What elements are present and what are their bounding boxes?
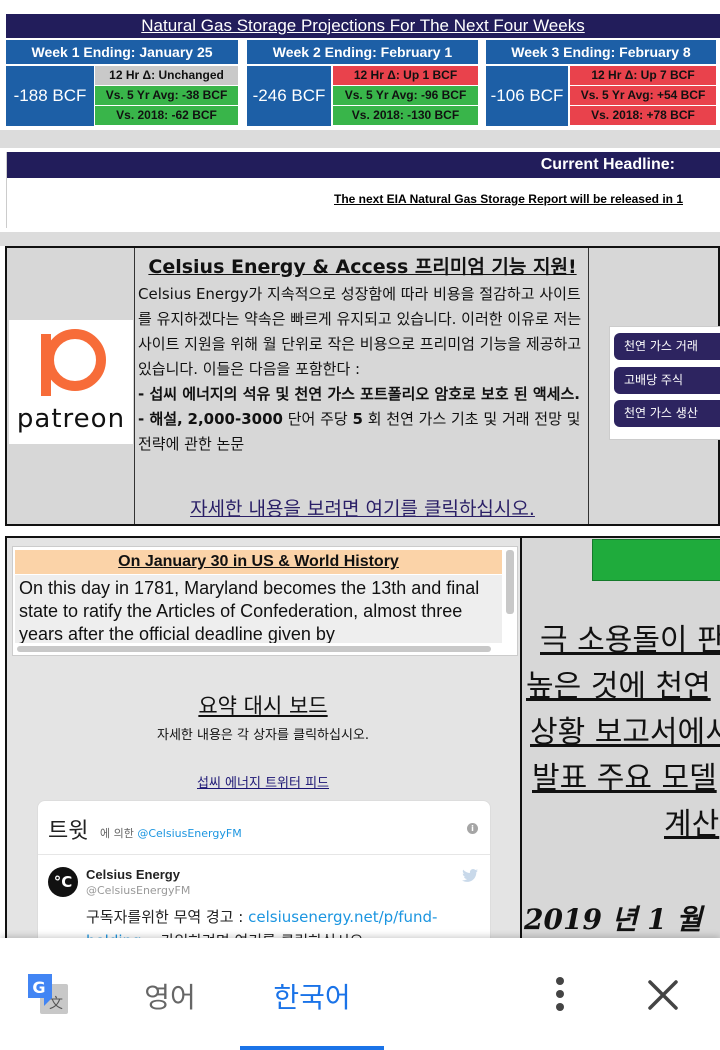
section-divider	[0, 130, 720, 148]
tweet-author-name[interactable]: Celsius Energy	[86, 867, 180, 882]
menu-button-natural-gas-production[interactable]: 천연 가스 생산	[614, 400, 720, 427]
week-value: -106 BCF	[486, 66, 568, 126]
stat-vs-5yr: Vs. 5 Yr Avg: -96 BCF	[333, 86, 478, 105]
history-vertical-scrollbar[interactable]	[506, 550, 514, 614]
target-language-tab[interactable]: 한국어	[240, 976, 384, 1016]
promo-title: Celsius Energy & Access 프리미엄 기능 지원!	[148, 256, 577, 278]
stat-12hr-change: 12 Hr Δ: Up 7 BCF	[570, 66, 716, 85]
promo-details-link[interactable]: 자세한 내용을 보려면 여기를 클릭하십시오.	[136, 494, 589, 521]
dashboard-title[interactable]: 요약 대시 보드	[7, 690, 519, 720]
week-value: -246 BCF	[247, 66, 331, 126]
tweets-handle-link[interactable]: @CelsiusEnergyFM	[137, 827, 241, 840]
menu-button-high-dividend-stocks[interactable]: 고배당 주식	[614, 367, 720, 394]
heading-line: 극 소용돌이 판	[540, 623, 720, 658]
week-stats: 12 Hr Δ: Up 7 BCF Vs. 5 Yr Avg: +54 BCF …	[570, 66, 716, 126]
history-title[interactable]: On January 30 in US & World History	[15, 550, 502, 574]
section-divider	[0, 232, 720, 246]
week-value: -188 BCF	[6, 66, 94, 126]
history-body[interactable]: On this day in 1781, Maryland becomes th…	[15, 575, 502, 643]
headline-panel: Current Headline: The next EIA Natural G…	[6, 152, 720, 228]
avatar[interactable]: °C	[48, 867, 78, 897]
right-column: 극 소용돌이 판 높은 것에 천연 상황 보고서에서 발표 주요 모델 계산 2…	[520, 538, 720, 958]
stat-vs-5yr: Vs. 5 Yr Avg: +54 BCF	[570, 86, 716, 105]
headline-ticker-link[interactable]: The next EIA Natural Gas Storage Report …	[7, 190, 720, 208]
translate-bar: 文 G 영어 한국어	[0, 938, 720, 1050]
close-icon[interactable]	[646, 978, 680, 1012]
green-button[interactable]	[592, 539, 720, 581]
promo-body-text: Celsius Energy가 지속적으로 성장함에 따라 비용을 절감하고 사…	[138, 285, 582, 378]
right-column-date: 2019 년 1 월	[524, 903, 703, 936]
week-2-card[interactable]: Week 2 Ending: February 1 -246 BCF 12 Hr…	[247, 40, 478, 140]
stat-vs-2018: Vs. 2018: -130 BCF	[333, 106, 478, 125]
stat-vs-5yr: Vs. 5 Yr Avg: -38 BCF	[95, 86, 238, 105]
stat-vs-2018: Vs. 2018: -62 BCF	[95, 106, 238, 125]
webpage: Natural Gas Storage Projections For The …	[0, 0, 720, 1050]
active-tab-indicator	[240, 1046, 384, 1050]
patreon-logo-cell: patreon	[7, 248, 135, 524]
heading-line: 계산	[664, 807, 720, 842]
right-column-heading-link[interactable]: 극 소용돌이 판 높은 것에 천연 상황 보고서에서 발표 주요 모델 계산	[526, 618, 720, 848]
tweet-embed: 트윗 에 의한 @CelsiusEnergyFM i °C Celsius En…	[37, 800, 491, 960]
heading-line: 높은 것에 천연	[526, 669, 711, 704]
history-widget: On January 30 in US & World History On t…	[12, 546, 518, 656]
more-options-icon[interactable]	[550, 976, 570, 1012]
promo-side-menu: 천연 가스 거래 고배당 주식 천연 가스 생산	[589, 248, 720, 524]
week-header: Week 3 Ending: February 8	[486, 40, 716, 64]
week-header: Week 1 Ending: January 25	[6, 40, 238, 64]
week-header: Week 2 Ending: February 1	[247, 40, 478, 64]
storage-projections-panel: Natural Gas Storage Projections For The …	[6, 14, 720, 136]
section-divider	[0, 526, 720, 536]
svg-text:G: G	[32, 978, 45, 997]
stat-12hr-change: 12 Hr Δ: Up 1 BCF	[333, 66, 478, 85]
lower-content: On January 30 in US & World History On t…	[5, 536, 720, 960]
patreon-promo-panel: patreon Celsius Energy & Access 프리미엄 기능 …	[5, 246, 720, 526]
source-language-tab[interactable]: 영어	[120, 976, 220, 1016]
promo-bullet-1: - 섭씨 에너지의 석유 및 천연 가스 포트폴리오 암호로 보호 된 액세스.	[138, 385, 580, 403]
storage-projections-title[interactable]: Natural Gas Storage Projections For The …	[6, 14, 720, 38]
twitter-bird-icon[interactable]	[462, 869, 478, 882]
heading-line: 발표 주요 모델	[532, 761, 717, 796]
menu-button-natural-gas-trading[interactable]: 천연 가스 거래	[614, 333, 720, 360]
patreon-wordmark: patreon	[16, 404, 126, 434]
premium-menu-box: 천연 가스 거래 고배당 주식 천연 가스 생산	[609, 326, 720, 440]
week-1-card[interactable]: Week 1 Ending: January 25 -188 BCF 12 Hr…	[6, 40, 238, 140]
headline-label: Current Headline:	[7, 152, 720, 178]
tweet-embed-header: 트윗 에 의한 @CelsiusEnergyFM i	[38, 801, 490, 855]
dashboard-subtitle: 자세한 내용은 각 상자를 클릭하십시오.	[156, 728, 370, 743]
stat-vs-2018: Vs. 2018: +78 BCF	[570, 106, 716, 125]
heading-line: 상황 보고서에서	[530, 715, 720, 750]
info-icon[interactable]: i	[467, 823, 478, 834]
patreon-p-icon	[41, 329, 106, 396]
twitter-feed-link[interactable]: 섭씨 에너지 트위터 피드	[7, 772, 519, 791]
google-translate-icon[interactable]: 文 G	[26, 972, 70, 1018]
stat-12hr-change: 12 Hr Δ: Unchanged	[95, 66, 238, 85]
tweet-author-handle[interactable]: @CelsiusEnergyFM	[86, 884, 190, 897]
promo-text-cell: Celsius Energy & Access 프리미엄 기능 지원! Cels…	[136, 248, 589, 524]
tweets-heading: 트윗	[48, 819, 89, 844]
promo-bullet-2: - 해설, 2,000-3000 단어 주당 5 회 천연 가스 기초 및 거래…	[138, 410, 581, 453]
promo-body: Celsius Energy가 지속적으로 성장함에 따라 비용을 절감하고 사…	[138, 282, 588, 457]
week-stats: 12 Hr Δ: Unchanged Vs. 5 Yr Avg: -38 BCF…	[95, 66, 238, 126]
patreon-logo[interactable]: patreon	[9, 320, 133, 444]
tweets-by-label: 에 의한 @CelsiusEnergyFM	[100, 827, 242, 840]
week-3-card[interactable]: Week 3 Ending: February 8 -106 BCF 12 Hr…	[486, 40, 720, 140]
week-stats: 12 Hr Δ: Up 1 BCF Vs. 5 Yr Avg: -96 BCF …	[333, 66, 478, 126]
history-horizontal-scrollbar[interactable]	[17, 646, 491, 652]
